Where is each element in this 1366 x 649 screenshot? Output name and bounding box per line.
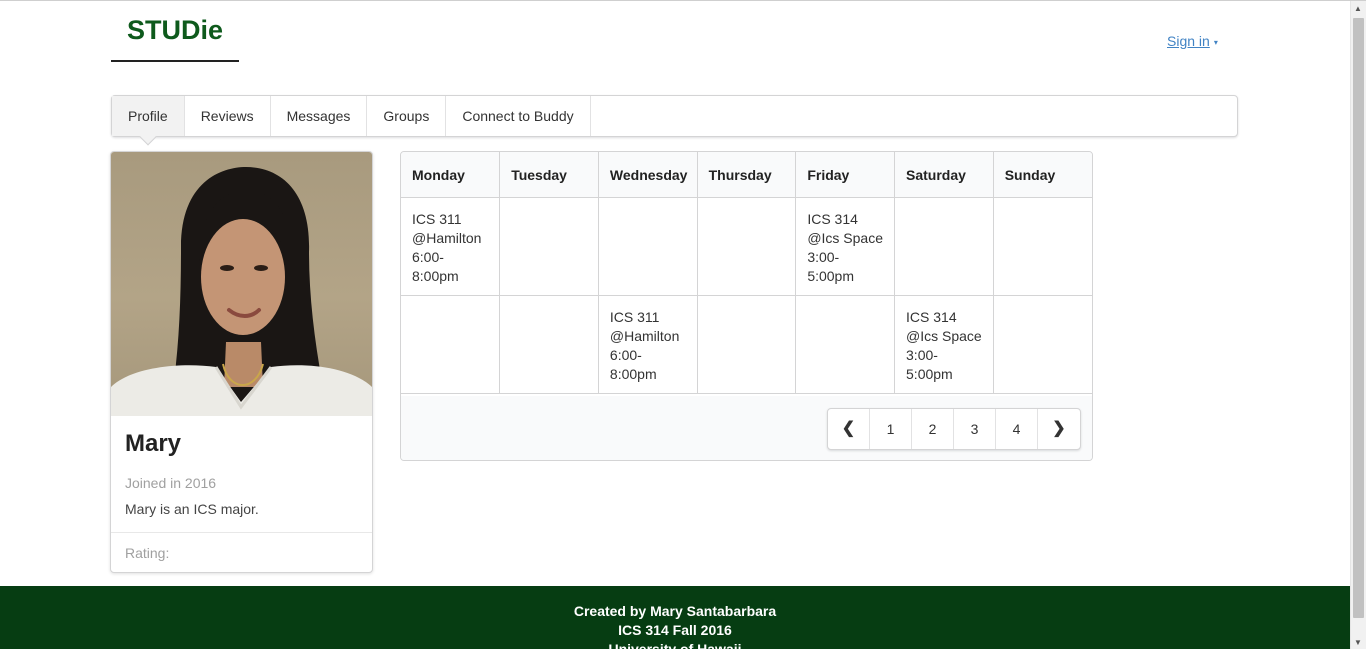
tab-connect-to-buddy[interactable]: Connect to Buddy — [446, 96, 591, 136]
tab-reviews[interactable]: Reviews — [185, 96, 271, 136]
column-header-monday: Monday — [401, 152, 500, 198]
footer: Created by Mary Santabarbara ICS 314 Fal… — [0, 586, 1350, 649]
footer-credit: Created by Mary Santabarbara — [573, 603, 777, 619]
schedule-entry-line: @Ics Space — [807, 230, 883, 246]
table-cell — [696, 295, 796, 394]
tab-groups[interactable]: Groups — [367, 96, 447, 136]
page-1-button[interactable]: 1 — [870, 409, 912, 449]
schedule-entry-line: ICS 314 — [807, 211, 858, 227]
table-cell — [795, 295, 895, 394]
signin-dropdown[interactable]: Sign in ▾ — [1167, 33, 1218, 49]
table-cell — [499, 197, 599, 296]
schedule-table: Monday Tuesday Wednesday Thursday Friday… — [400, 151, 1093, 461]
schedule-entry-line: ICS 314 — [906, 309, 957, 325]
schedule-entry-line: 3:00- — [906, 347, 938, 363]
schedule-entry-line: @Ics Space — [906, 328, 982, 344]
caret-down-icon[interactable]: ▾ — [1214, 38, 1218, 47]
table-row: ICS 311 @Hamilton 6:00- 8:00pm ICS 314 @Ics S… — [401, 197, 1092, 296]
schedule-entry-line: @Hamilton — [609, 328, 680, 344]
table-footer: ❮ 1 2 3 4 ❯ — [401, 396, 1092, 460]
scroll-down-icon[interactable]: ▼ — [1354, 638, 1362, 647]
column-header-tuesday: Tuesday — [499, 152, 599, 198]
schedule-entry-line: 3:00- — [807, 249, 840, 265]
brand-title[interactable]: STUDie — [127, 15, 223, 46]
schedule-entry-line: 6:00- — [412, 249, 444, 265]
table-cell — [992, 197, 1092, 296]
schedule-entry-line: 5:00pm — [807, 268, 855, 284]
profile-photo — [111, 152, 372, 416]
profile-card: Mary Joined in 2016 Mary is an ICS major… — [110, 151, 373, 573]
profile-description: Mary is an ICS major. — [125, 501, 259, 517]
vertical-scrollbar[interactable]: ▲ ▼ — [1350, 1, 1366, 649]
chevron-left-icon[interactable]: ❮ — [828, 409, 870, 449]
table-row: ICS 311 @Hamilton 6:00- 8:00pm ICS 314 @Ics S… — [401, 295, 1092, 394]
rating-label: Rating: — [125, 545, 170, 561]
page: STUDie Sign in ▾ Profile Reviews Messages… — [0, 0, 1366, 649]
table-cell — [401, 295, 500, 394]
footer-course: ICS 314 Fall 2016 — [618, 622, 732, 638]
table-cell: ICS 314 @Ics Space 3:00- 5:00pm — [795, 197, 895, 296]
profile-tabs-menu: Profile Reviews Messages Groups Connect … — [111, 95, 1238, 137]
column-header-saturday: Saturday — [894, 152, 994, 198]
schedule-entry-line: @Hamilton — [412, 230, 482, 246]
signin-label[interactable]: Sign in — [1167, 33, 1210, 49]
table-cell — [597, 197, 698, 296]
schedule-entry-line: ICS 311 — [609, 309, 660, 325]
schedule-entry-line: 8:00pm — [412, 268, 459, 284]
table-header-row: Monday Tuesday Wednesday Thursday Friday… — [401, 152, 1092, 198]
profile-photo-illustration — [111, 167, 372, 416]
schedule-entry-line: 6:00- — [609, 347, 642, 363]
page-2-button[interactable]: 2 — [912, 409, 954, 449]
schedule-entry-line: 8:00pm — [609, 366, 657, 382]
table-cell — [499, 295, 599, 394]
table-cell — [992, 295, 1092, 394]
chevron-right-icon[interactable]: ❯ — [1038, 409, 1080, 449]
schedule-entry-line: 5:00pm — [906, 366, 953, 382]
pagination: ❮ 1 2 3 4 ❯ — [827, 408, 1081, 450]
table-cell — [696, 197, 796, 296]
column-header-wednesday: Wednesday — [597, 152, 698, 198]
profile-rating: Rating: — [111, 532, 372, 572]
footer-university: University of Hawaii — [608, 641, 742, 649]
tab-profile[interactable]: Profile — [112, 96, 185, 136]
tab-messages[interactable]: Messages — [271, 96, 368, 136]
table-cell: ICS 314 @Ics Space 3:00- 5:00pm — [894, 295, 994, 394]
table-cell — [894, 197, 994, 296]
page-4-button[interactable]: 4 — [996, 409, 1038, 449]
page-3-button[interactable]: 3 — [954, 409, 996, 449]
table-cell: ICS 311 @Hamilton 6:00- 8:00pm — [597, 295, 698, 394]
scroll-up-icon[interactable]: ▲ — [1354, 4, 1362, 13]
profile-joined: Joined in 2016 — [125, 475, 217, 491]
column-header-friday: Friday — [795, 152, 895, 198]
column-header-thursday: Thursday — [696, 152, 796, 198]
schedule-entry-line: ICS 311 — [412, 211, 462, 227]
column-header-sunday: Sunday — [992, 152, 1092, 198]
profile-name: Mary — [125, 430, 182, 457]
scrollbar-thumb[interactable] — [1353, 18, 1364, 618]
schedule-grid: Monday Tuesday Wednesday Thursday Friday… — [401, 152, 1092, 394]
brand-logo[interactable]: STUDie — [111, 1, 239, 62]
table-cell: ICS 311 @Hamilton 6:00- 8:00pm — [401, 197, 500, 296]
